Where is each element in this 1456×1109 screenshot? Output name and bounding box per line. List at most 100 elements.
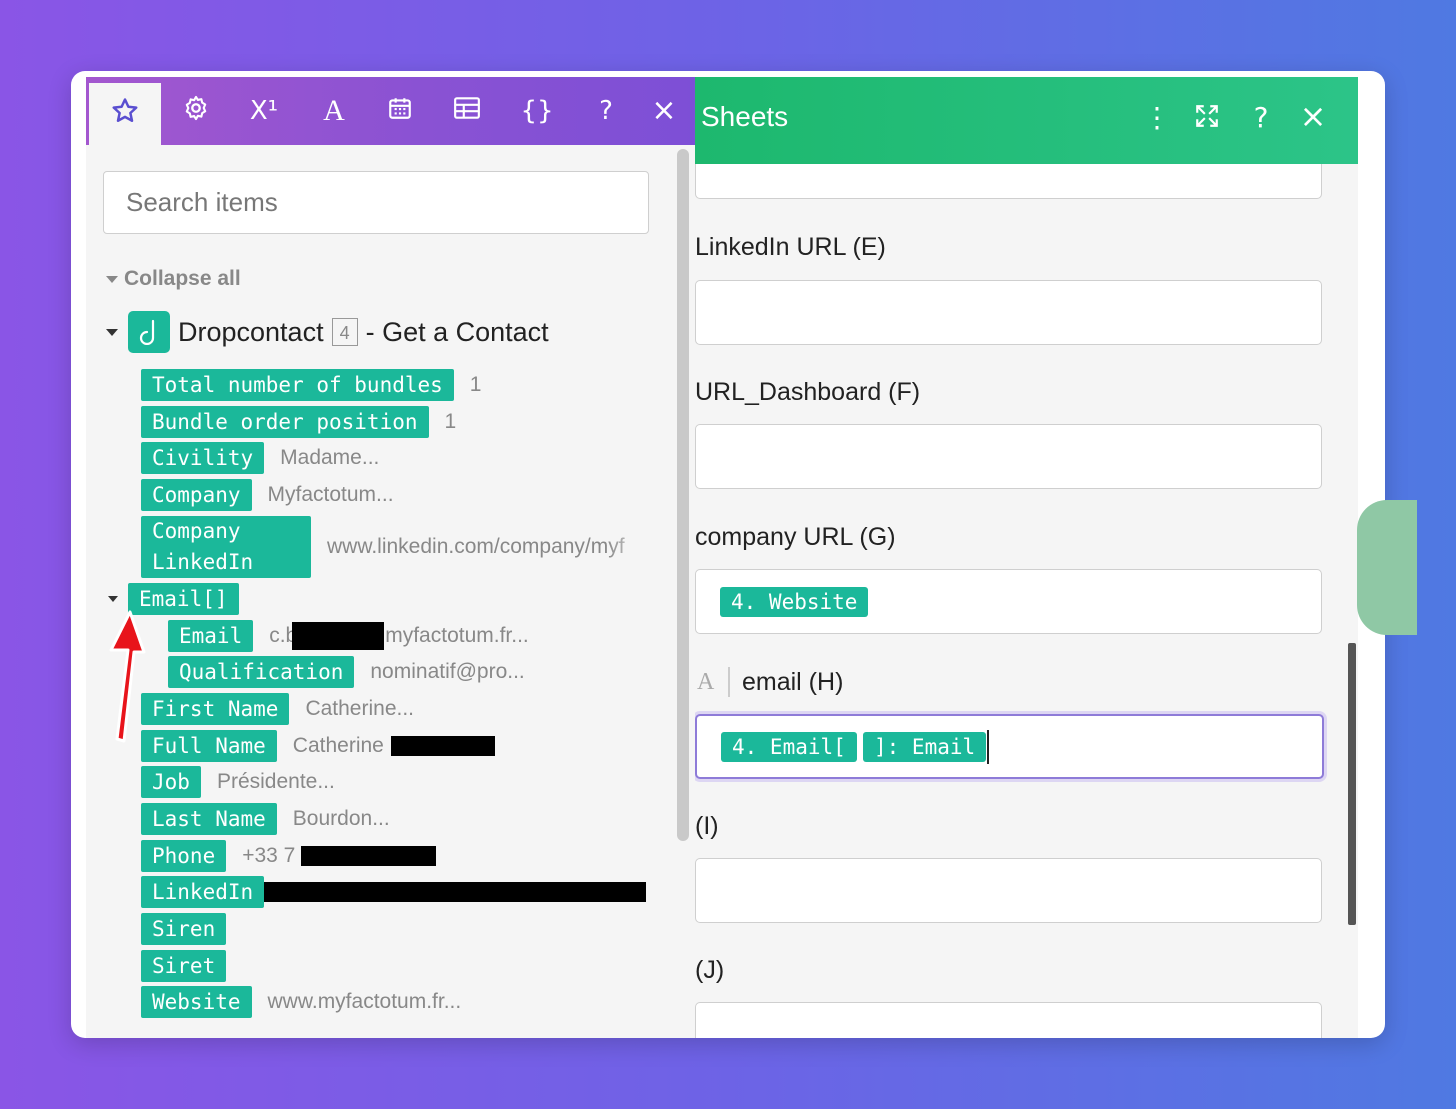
field-label: URL_Dashboard (F)	[695, 378, 921, 406]
help-button[interactable]: ?	[588, 77, 624, 145]
tree-item[interactable]: Civility Madame...	[141, 442, 379, 474]
background-module-shape	[1357, 500, 1417, 635]
item-pill[interactable]: Bundle order position	[141, 406, 429, 438]
collapse-all-toggle[interactable]: Collapse all	[106, 267, 241, 291]
item-pill[interactable]: LinkedIn	[141, 876, 265, 908]
module-action: - Get a Contact	[365, 316, 549, 347]
item-pill[interactable]: Civility	[141, 442, 265, 474]
tree-item[interactable]: Last Name Bourdon...	[141, 803, 390, 835]
braces-icon: {}	[520, 96, 554, 126]
tree-item[interactable]: First Name Catherine...	[141, 693, 414, 725]
module-badge: 4	[331, 318, 358, 346]
text-fade	[606, 517, 656, 577]
tab-favorites[interactable]	[89, 83, 161, 145]
tab-math-functions[interactable]: X¹	[234, 77, 294, 145]
item-pill[interactable]: Email	[168, 620, 254, 652]
tab-array-functions[interactable]	[437, 77, 497, 145]
tree-item[interactable]: Phone +33 7	[141, 840, 295, 872]
item-value: nominatif@pro...	[370, 660, 525, 683]
star-icon	[110, 96, 140, 133]
tree-item[interactable]: LinkedIn	[141, 876, 265, 908]
redaction-bar	[301, 846, 436, 866]
right-scrollbar[interactable]	[1348, 643, 1356, 925]
tree-item[interactable]: Bundle order position 1	[141, 406, 456, 438]
item-value: Myfactotum...	[267, 483, 394, 506]
item-pill[interactable]: Phone	[141, 840, 227, 872]
calendar-icon	[387, 95, 413, 128]
item-pill[interactable]: Siret	[141, 950, 227, 982]
help-icon: ?	[599, 96, 613, 126]
item-value-suffix: myfactotum.fr...	[385, 624, 529, 647]
sheet-field-input[interactable]	[695, 424, 1322, 489]
field-label: LinkedIn URL (E)	[695, 233, 886, 261]
item-pill[interactable]: First Name	[141, 693, 290, 725]
tree-item[interactable]: Full Name Catherine	[141, 730, 384, 762]
dropcontact-icon	[128, 311, 170, 353]
collapse-all-label: Collapse all	[124, 267, 241, 290]
tree-item[interactable]: Total number of bundles 1	[141, 369, 481, 401]
tree-item[interactable]: Company Myfactotum...	[141, 479, 394, 511]
item-pill[interactable]: Last Name	[141, 803, 277, 835]
module-header[interactable]: Dropcontact 4 - Get a Contact	[106, 310, 549, 354]
tree-item[interactable]: Website www.myfactotum.fr...	[141, 986, 461, 1018]
tree-item[interactable]: Siren	[141, 913, 227, 945]
text-caret	[987, 730, 989, 764]
mapped-tag[interactable]: 4. Email[	[721, 732, 857, 762]
close-icon[interactable]: ×	[1293, 97, 1333, 135]
tab-date-functions[interactable]	[370, 77, 430, 145]
sheets-header: Sheets ⋮ ? ×	[695, 77, 1358, 164]
sheets-panel: Sheets ⋮ ? × LinkedIn URL (E) URL_Dashbo…	[695, 77, 1358, 1038]
sheet-field-input[interactable]	[695, 1002, 1322, 1038]
sheet-field-input-focused[interactable]: 4. Email[ ]: Email	[695, 714, 1324, 779]
item-pill[interactable]: Siren	[141, 913, 227, 945]
sheets-title: Sheets	[701, 101, 789, 132]
tab-variables[interactable]: {}	[507, 77, 567, 145]
search-input[interactable]: Search items	[103, 171, 649, 234]
more-options-icon[interactable]: ⋮	[1137, 101, 1177, 134]
mapped-tag[interactable]: 4. Website	[720, 587, 869, 617]
text-icon: A	[323, 94, 345, 127]
field-label: (I)	[695, 812, 719, 840]
sheet-field-input[interactable]: 4. Website	[695, 569, 1322, 634]
tree-item[interactable]: Email[]	[108, 583, 239, 615]
tree-item[interactable]: Siret	[141, 950, 227, 982]
sheet-field-input[interactable]	[695, 280, 1322, 345]
mapping-panel: X¹ A {} ? × Search items Collapse all Dr…	[86, 77, 695, 1038]
module-name: Dropcontact	[178, 316, 324, 347]
tree-item[interactable]: Qualification nominatif@pro...	[168, 656, 525, 688]
item-pill[interactable]: Qualification	[168, 656, 355, 688]
tree-item[interactable]: Company LinkedIn www.linkedin.com/compan…	[141, 516, 647, 578]
field-label: email (H)	[742, 668, 844, 696]
sheet-field-input[interactable]	[695, 858, 1322, 923]
item-pill[interactable]: Job	[141, 766, 201, 798]
mapped-tag[interactable]: ]: Email	[863, 732, 987, 762]
close-button[interactable]: ×	[646, 77, 682, 145]
field-label: (J)	[695, 956, 725, 984]
item-pill[interactable]: Website	[141, 986, 252, 1018]
expand-icon[interactable]	[1187, 103, 1227, 136]
item-pill[interactable]: Total number of bundles	[141, 369, 454, 401]
item-value: Catherine...	[305, 697, 414, 720]
redaction-bar	[292, 622, 384, 650]
tab-general-functions[interactable]	[166, 77, 226, 145]
item-value: 1	[469, 373, 482, 396]
close-icon: ×	[651, 93, 677, 128]
item-pill[interactable]: Email[]	[128, 583, 239, 615]
redaction-bar	[391, 736, 495, 756]
item-pill[interactable]: Company	[141, 479, 252, 511]
item-pill[interactable]: Full Name	[141, 730, 277, 762]
left-scrollbar[interactable]	[677, 149, 689, 841]
chevron-down-icon	[106, 328, 118, 336]
item-value: Madame...	[280, 446, 380, 469]
help-icon[interactable]: ?	[1241, 101, 1281, 134]
item-value: Catherine	[292, 734, 384, 757]
item-pill[interactable]: Company LinkedIn	[141, 516, 311, 578]
chevron-down-icon[interactable]	[108, 596, 118, 602]
tab-text-functions[interactable]: A	[304, 77, 364, 145]
app-window: X¹ A {} ? × Search items Collapse all Dr…	[71, 71, 1385, 1038]
mapping-toolbar: X¹ A {} ? ×	[86, 77, 695, 145]
item-value: www.linkedin.com/company/myf	[327, 535, 625, 558]
item-value: Présidente...	[216, 770, 335, 793]
tree-item[interactable]: Job Présidente...	[141, 766, 335, 798]
gear-icon	[182, 94, 210, 129]
